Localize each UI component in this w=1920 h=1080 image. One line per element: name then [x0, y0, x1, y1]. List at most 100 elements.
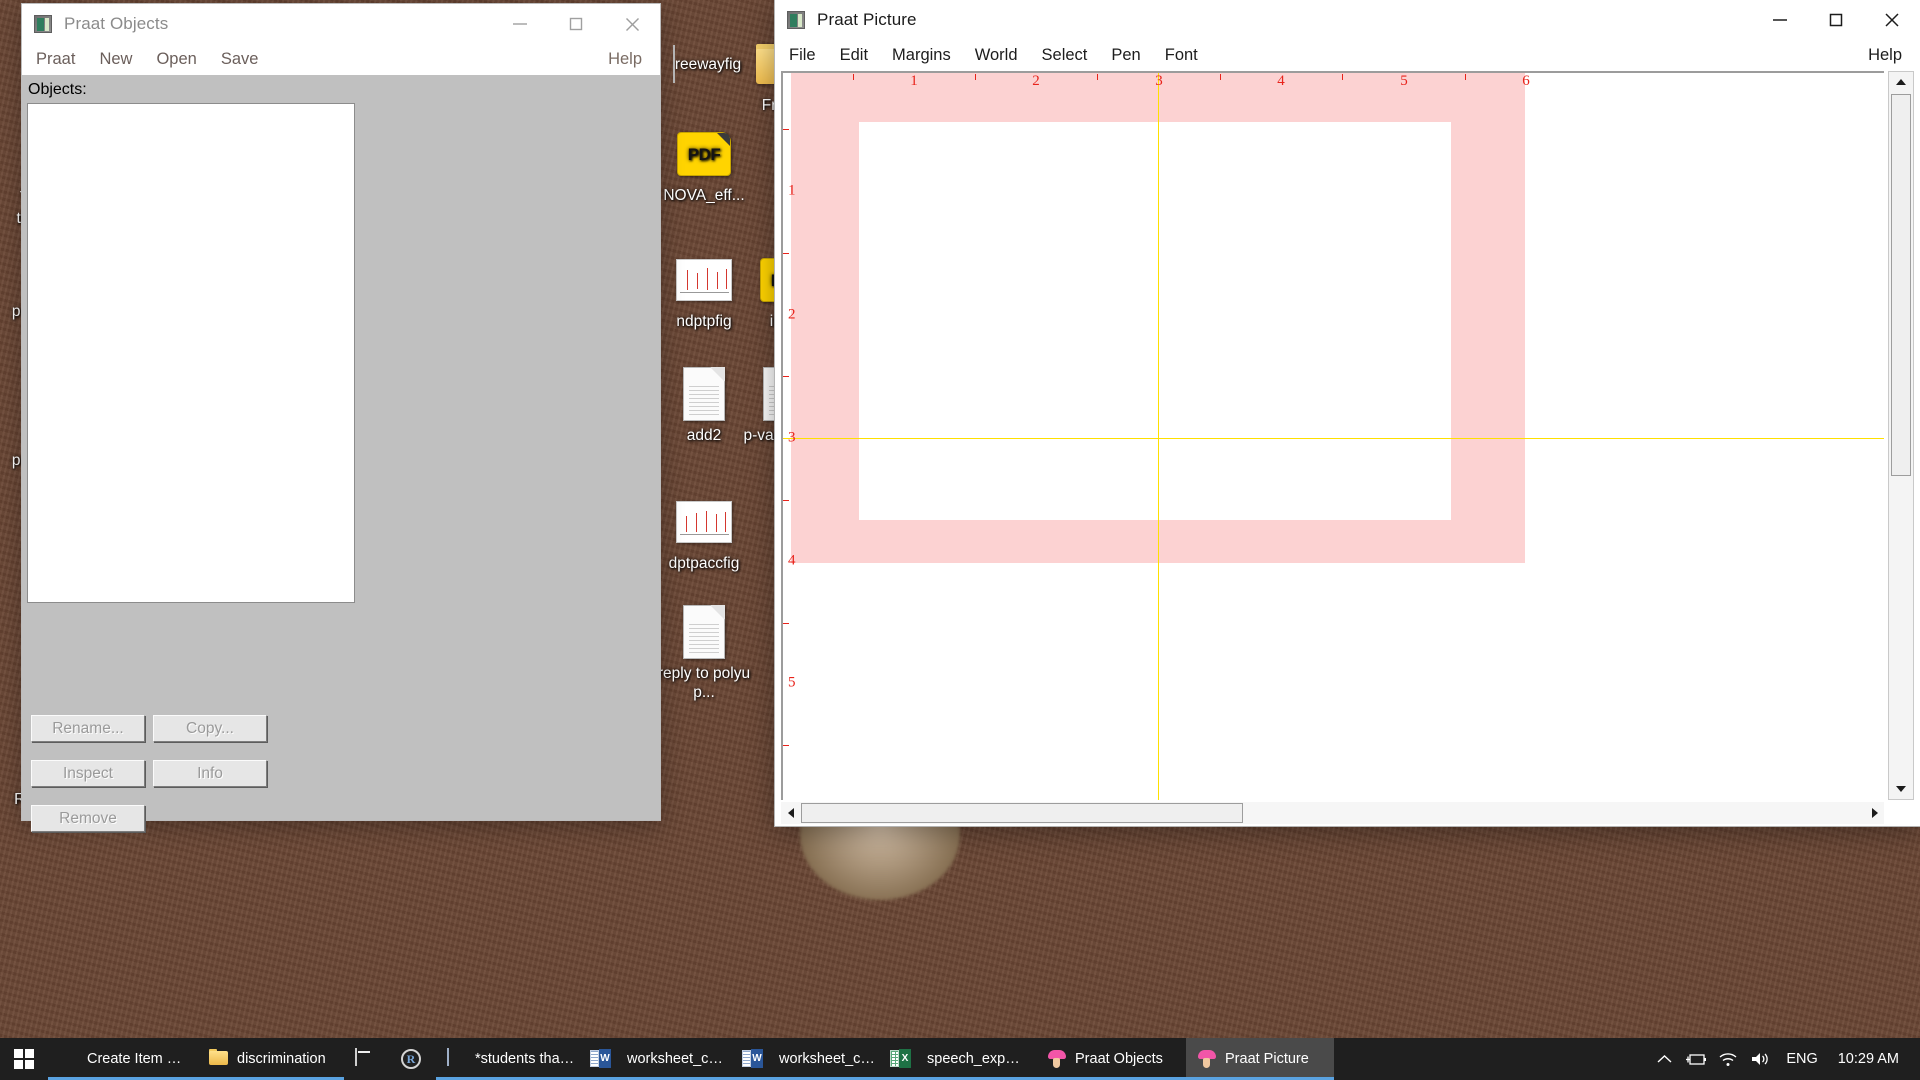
desktop-icon-anova-eff[interactable]: NOVA_eff... — [652, 126, 756, 205]
menu-item-pen[interactable]: Pen — [1111, 46, 1140, 65]
firefox-icon — [59, 1049, 79, 1069]
taskbar-item-worksheet-cate[interactable]: W worksheet_cate... — [588, 1038, 740, 1080]
clock[interactable]: 10:29 AM — [1829, 1051, 1908, 1067]
excel-icon: X — [890, 1049, 919, 1069]
menu-item-help[interactable]: Help — [608, 50, 642, 69]
battery-icon[interactable] — [1681, 1038, 1711, 1080]
praat-picture-app-icon — [787, 11, 805, 29]
taskbar-item-discrimination[interactable]: discrimination — [198, 1038, 344, 1080]
chart-thumbnail-icon — [676, 252, 732, 308]
horizontal-scrollbar[interactable] — [781, 802, 1884, 824]
graph-thumbnail-icon: reewayfig — [672, 36, 741, 92]
rename-button[interactable]: Rename... — [31, 715, 145, 742]
praat-objects-app-icon — [34, 15, 52, 33]
inspect-button[interactable]: Inspect — [31, 760, 145, 787]
volume-icon[interactable] — [1745, 1038, 1775, 1080]
menu-item-edit[interactable]: Edit — [840, 46, 868, 65]
praat-picture-window[interactable]: Praat Picture File Edit Margins World Se… — [775, 0, 1920, 826]
horizontal-ruler[interactable]: 1 2 3 4 5 6 — [791, 73, 1884, 91]
guide-horizontal-3 — [783, 438, 1884, 439]
taskbar-item-praat-picture[interactable]: Praat Picture — [1186, 1038, 1334, 1080]
praat-icon — [1047, 1049, 1067, 1069]
praat-picture-menubar[interactable]: File Edit Margins World Select Pen Font … — [775, 40, 1920, 71]
minimize-icon[interactable] — [1752, 0, 1808, 40]
scroll-up-icon[interactable] — [1889, 72, 1913, 92]
hruler-tick-3: 3 — [1155, 73, 1163, 89]
word-icon: W — [590, 1049, 619, 1069]
pdf-icon — [676, 126, 732, 182]
minimize-icon[interactable] — [492, 4, 548, 44]
praat-icon — [1197, 1049, 1217, 1069]
taskbar-item-speech-experiment[interactable]: X speech_experi... — [888, 1038, 1036, 1080]
taskbar-item-r-console[interactable]: R — [390, 1038, 436, 1080]
word-icon: W — [742, 1049, 771, 1069]
menu-item-margins[interactable]: Margins — [892, 46, 951, 65]
menu-item-font[interactable]: Font — [1165, 46, 1198, 65]
close-icon[interactable] — [1864, 0, 1920, 40]
hruler-tick-1: 1 — [910, 73, 918, 89]
hruler-tick-2: 2 — [1032, 73, 1040, 89]
taskbar-item-firefox[interactable]: Create Item – ... — [48, 1038, 198, 1080]
menu-item-save[interactable]: Save — [221, 50, 259, 69]
language-indicator[interactable]: ENG — [1777, 1051, 1826, 1067]
menu-item-file[interactable]: File — [789, 46, 816, 65]
scroll-down-icon[interactable] — [1889, 779, 1913, 799]
menu-item-help[interactable]: Help — [1868, 46, 1902, 65]
taskbar-item-worksheet-cat[interactable]: W worksheet_cat... — [740, 1038, 888, 1080]
menu-item-new[interactable]: New — [99, 50, 132, 69]
menu-item-world[interactable]: World — [975, 46, 1018, 65]
taskbar[interactable]: Create Item – ... discrimination R *stud… — [0, 1038, 1920, 1080]
objects-list[interactable] — [27, 103, 355, 603]
praat-objects-window-controls[interactable] — [492, 4, 660, 44]
desktop-icon-reply-to-polyu[interactable]: reply to polyu p... — [652, 604, 756, 702]
hruler-tick-5: 5 — [1400, 73, 1408, 89]
info-button[interactable]: Info — [153, 760, 267, 787]
vruler-tick-4: 4 — [788, 552, 796, 569]
r-console-icon: R — [401, 1049, 421, 1069]
folder-icon — [209, 1049, 229, 1069]
praat-objects-window[interactable]: Praat Objects Praat New Open Save Help O… — [22, 4, 660, 832]
praat-picture-window-controls[interactable] — [1752, 0, 1920, 40]
vertical-scrollbar-thumb[interactable] — [1891, 94, 1911, 476]
maximize-icon[interactable] — [548, 4, 604, 44]
scroll-right-icon[interactable] — [1865, 802, 1884, 824]
objects-list-label: Objects: — [28, 81, 87, 98]
guide-vertical-3 — [1158, 73, 1159, 800]
wifi-icon[interactable] — [1713, 1038, 1743, 1080]
menu-item-open[interactable]: Open — [156, 50, 196, 69]
menu-item-select[interactable]: Select — [1042, 46, 1088, 65]
document-icon — [676, 604, 732, 660]
picture-inner-page — [859, 122, 1451, 520]
scroll-left-icon[interactable] — [781, 802, 800, 824]
praat-objects-title: Praat Objects — [64, 14, 169, 33]
copy-button[interactable]: Copy... — [153, 715, 267, 742]
vertical-ruler[interactable]: 1 2 3 4 5 6 — [783, 73, 799, 800]
praat-objects-titlebar[interactable]: Praat Objects — [22, 4, 660, 44]
praat-picture-title: Praat Picture — [817, 10, 917, 29]
praat-objects-menubar[interactable]: Praat New Open Save Help — [22, 44, 660, 75]
start-button[interactable] — [0, 1038, 48, 1080]
taskbar-item-praat-objects[interactable]: Praat Objects — [1036, 1038, 1186, 1080]
praat-objects-body: Objects: Rename... Copy... Inspect Info … — [22, 75, 660, 832]
vertical-scrollbar[interactable] — [1888, 71, 1914, 800]
chevron-up-icon[interactable] — [1649, 1038, 1679, 1080]
praat-picture-titlebar[interactable]: Praat Picture — [775, 0, 1920, 40]
notepad-icon — [447, 1048, 467, 1069]
chart-thumbnail-icon — [676, 494, 732, 550]
desktop-icon-dptpaccfig[interactable]: dptpaccfig — [652, 494, 756, 573]
picture-canvas[interactable]: 1 2 3 4 5 6 1 2 3 4 5 — [781, 71, 1884, 800]
taskbar-item-notepad[interactable]: *students that ... — [436, 1038, 588, 1080]
menu-item-praat[interactable]: Praat — [36, 50, 75, 69]
vruler-tick-1: 1 — [788, 182, 796, 199]
remove-button[interactable]: Remove — [31, 805, 145, 832]
taskbar-item-terminal[interactable] — [344, 1038, 390, 1080]
terminal-icon — [355, 1048, 375, 1069]
vruler-tick-6: 6 — [788, 798, 796, 801]
maximize-icon[interactable] — [1808, 0, 1864, 40]
vruler-tick-2: 2 — [788, 306, 796, 323]
system-tray[interactable]: ENG 10:29 AM — [1649, 1038, 1920, 1080]
vruler-tick-3: 3 — [788, 429, 796, 446]
close-icon[interactable] — [604, 4, 660, 44]
hruler-tick-6: 6 — [1522, 73, 1530, 89]
horizontal-scrollbar-thumb[interactable] — [801, 803, 1243, 823]
